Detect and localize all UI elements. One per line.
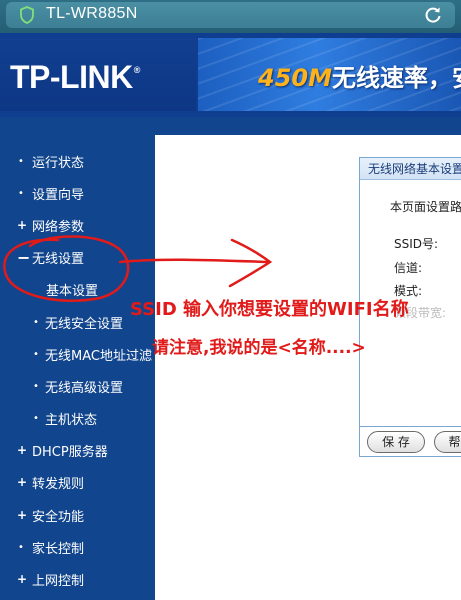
bullet-icon: •: [33, 380, 39, 392]
bullet-icon: •: [18, 541, 24, 553]
bullet-icon: •: [33, 348, 39, 360]
save-button[interactable]: 保 存: [367, 431, 425, 453]
sidebar-item-label: 无线设置: [32, 251, 85, 267]
router-header: TP-LINK® 450M无线速率，安: [0, 33, 461, 117]
sidebar-item-setup-wizard[interactable]: • 设置向导: [0, 181, 155, 205]
sidebar-item-label: 无线高级设置: [45, 380, 124, 396]
sidebar-item-wireless[interactable]: − 无线设置: [0, 245, 155, 269]
sidebar-subitem-advanced[interactable]: • 无线高级设置: [0, 374, 155, 398]
shield-icon: [20, 6, 34, 24]
logo-area: TP-LINK®: [0, 38, 196, 111]
sidebar-item-label: 基本设置: [46, 283, 99, 299]
sidebar-item-label: 网络参数: [32, 219, 85, 235]
sidebar-item-label: 家长控制: [32, 541, 85, 557]
sidebar-item-label: 无线安全设置: [45, 316, 124, 332]
sidebar-item-access-control[interactable]: + 上网控制: [0, 567, 155, 591]
sidebar-item-label: DHCP服务器: [32, 444, 108, 460]
plus-icon: +: [17, 443, 28, 457]
channel-label: 信道:: [394, 261, 423, 275]
sidebar-subitem-mac-filter[interactable]: • 无线MAC地址过滤: [0, 342, 155, 366]
bullet-icon: •: [33, 412, 39, 424]
sidebar-item-network[interactable]: + 网络参数: [0, 213, 155, 237]
sidebar-subitem-host-status[interactable]: • 主机状态: [0, 406, 155, 430]
plus-icon: +: [17, 508, 28, 522]
bullet-icon: •: [18, 187, 24, 199]
bullet-icon: •: [33, 316, 39, 328]
sidebar-item-label: 运行状态: [32, 155, 85, 171]
annotation-text-ssid: SSID 输入你想要设置的WIFI名称: [130, 299, 409, 320]
plus-icon: +: [17, 475, 28, 489]
sidebar-item-label: 无线MAC地址过滤: [45, 348, 152, 364]
plus-icon: +: [17, 572, 28, 586]
plus-icon: +: [17, 218, 28, 232]
annotation-text-note: 请注意,我说的是<名称....>: [152, 338, 366, 358]
url-text: TL-WR885N: [46, 5, 138, 22]
url-field[interactable]: TL-WR885N: [6, 2, 455, 28]
minus-icon: −: [17, 247, 31, 267]
sidebar-item-status[interactable]: • 运行状态: [0, 149, 155, 173]
ssid-label: SSID号:: [394, 237, 439, 251]
panel-title: 无线网络基本设置: [360, 158, 461, 180]
reload-icon[interactable]: [423, 5, 443, 25]
help-button[interactable]: 帮: [434, 431, 461, 453]
tp-link-logo: TP-LINK®: [10, 59, 140, 95]
browser-address-bar: TL-WR885N: [0, 0, 461, 33]
sidebar-item-forwarding[interactable]: + 转发规则: [0, 470, 155, 494]
header-banner: 450M无线速率，安: [198, 38, 461, 111]
bullet-icon: •: [18, 155, 24, 167]
sidebar-item-security[interactable]: + 安全功能: [0, 503, 155, 527]
sidebar-item-label: 设置向导: [32, 187, 85, 203]
sidebar-item-dhcp[interactable]: + DHCP服务器: [0, 438, 155, 462]
sidebar-item-parental[interactable]: • 家长控制: [0, 535, 155, 559]
sidebar-item-label: 安全功能: [32, 509, 85, 525]
sidebar-item-label: 上网控制: [32, 573, 85, 589]
banner-slogan: 450M无线速率，安: [258, 64, 461, 92]
panel-divider: [360, 426, 461, 427]
panel-description: 本页面设置路: [390, 200, 461, 214]
sidebar-item-label: 转发规则: [32, 476, 85, 492]
sidebar-item-label: 主机状态: [45, 412, 98, 428]
